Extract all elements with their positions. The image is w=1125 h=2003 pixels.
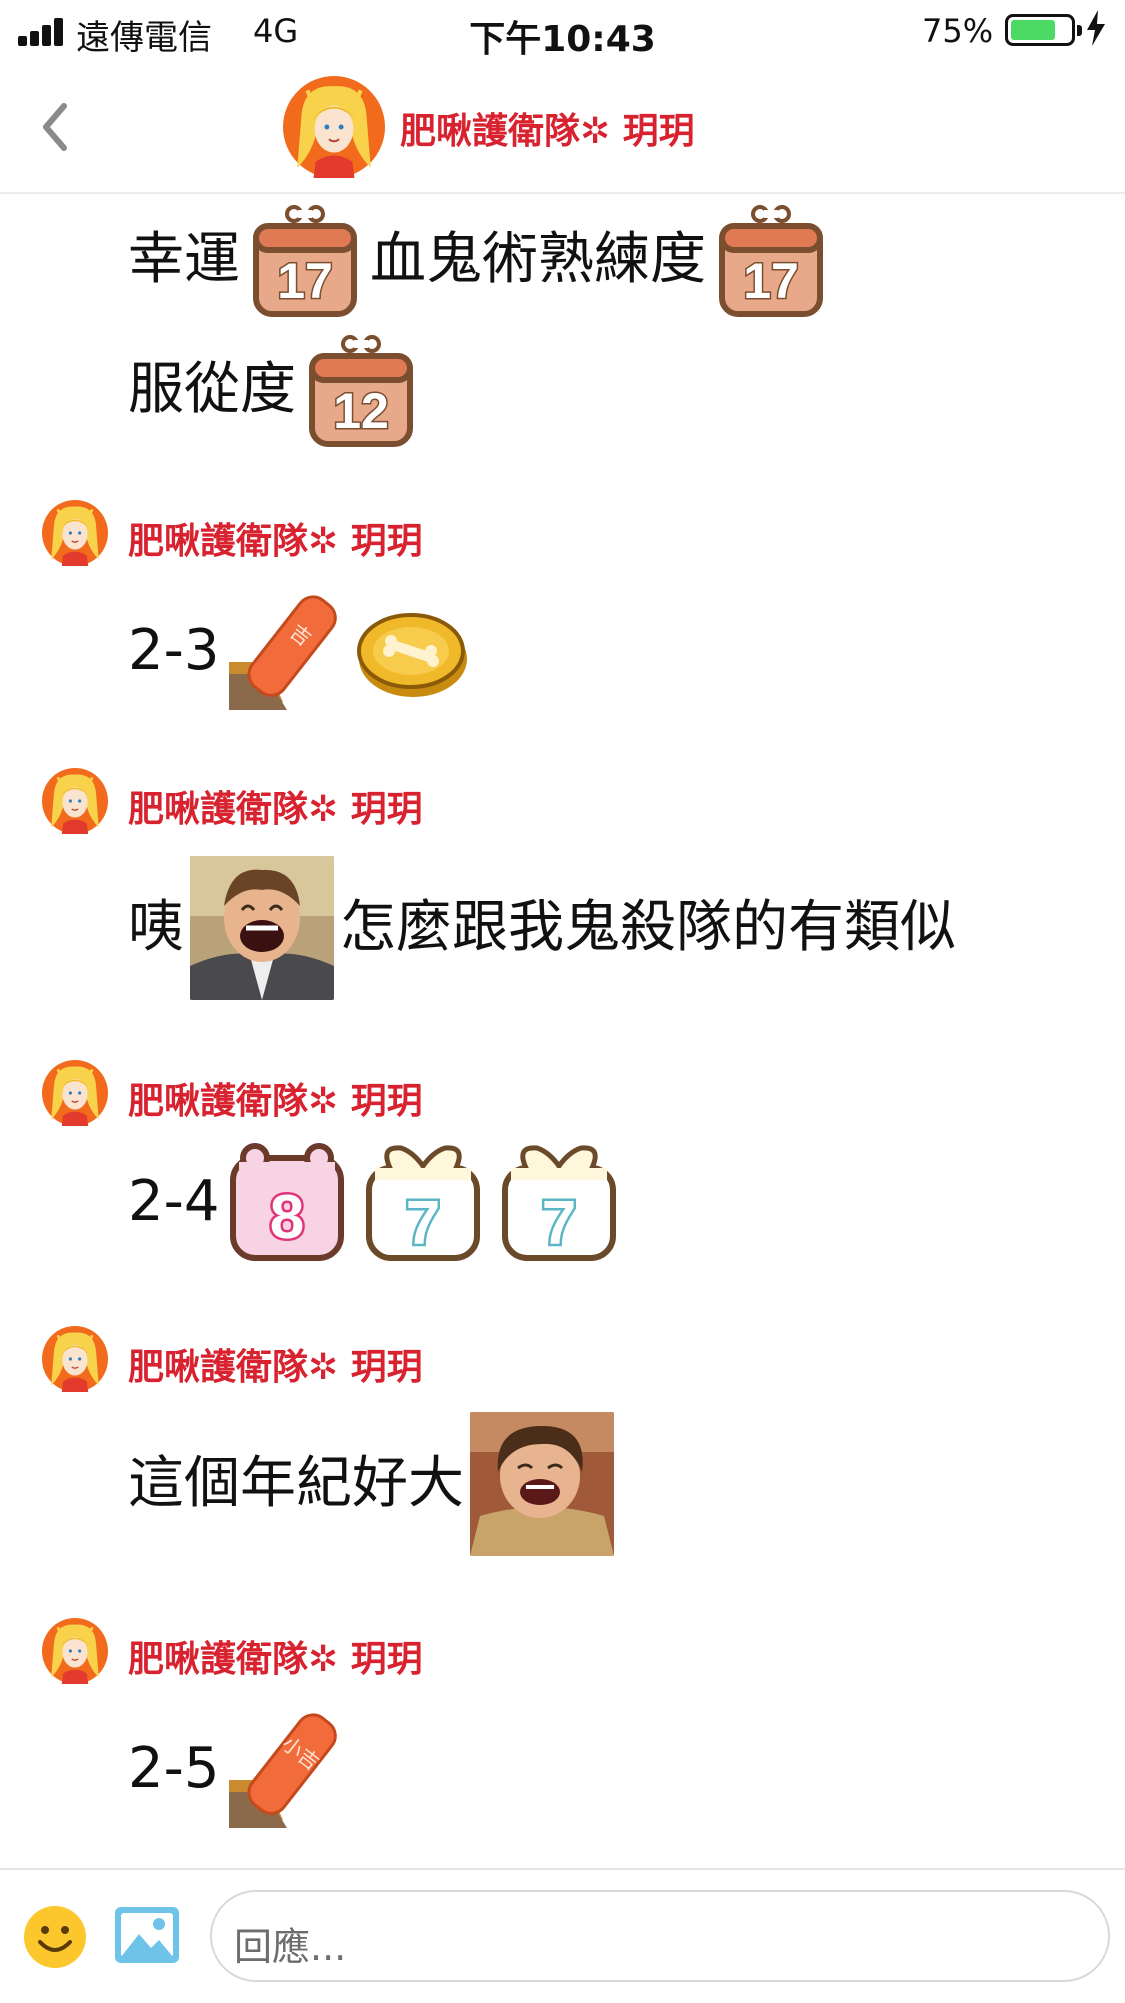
message-text: 咦 <box>128 895 184 960</box>
sender-name[interactable]: 肥啾護衛隊✲ 玥玥 <box>128 1630 423 1682</box>
message-text: 2-3 <box>128 618 220 683</box>
svg-text:17: 17 <box>743 253 799 309</box>
svg-text:17: 17 <box>277 253 333 309</box>
fortune-stick-icon: 吉 <box>229 595 338 710</box>
message-line: 咦 怎麼跟我鬼殺隊的有類似 <box>128 856 956 1000</box>
image-picker-icon[interactable] <box>114 1906 180 1964</box>
message-line: 幸運 17 血鬼術熟練度 17 <box>128 200 836 320</box>
calendar-number-icon: 12 <box>309 335 413 447</box>
sender-name[interactable]: 肥啾護衛隊✲ 玥玥 <box>128 1338 423 1390</box>
laughing-man-photo-icon[interactable] <box>190 856 334 1000</box>
message-text: 怎麼跟我鬼殺隊的有類似 <box>340 895 956 960</box>
sender-name[interactable]: 肥啾護衛隊✲ 玥玥 <box>128 780 423 832</box>
laughing-person-photo-icon[interactable] <box>470 1412 614 1556</box>
gift-number-box-icon: 7 <box>366 1145 481 1261</box>
message-text: 這個年紀好大 <box>128 1451 464 1516</box>
message-text: 2-4 <box>128 1169 220 1234</box>
message-line: 這個年紀好大 <box>128 1412 620 1556</box>
chat-header: 肥啾護衛隊✲ 玥玥 <box>0 64 1125 194</box>
gift-number-box-icon: 7 <box>502 1145 617 1261</box>
reply-placeholder: 回應... <box>234 1925 347 1969</box>
sender-avatar[interactable] <box>42 500 108 566</box>
sender-avatar[interactable] <box>42 768 108 834</box>
charging-bolt-icon <box>1087 10 1105 46</box>
message-list[interactable]: 幸運 17 血鬼術熟練度 17 服從度 12 肥啾護衛隊✲ 玥玥 2-3 吉 肥… <box>0 192 1125 1867</box>
pink-number-box-icon: 8 <box>230 1143 345 1261</box>
fortune-stick-icon: 小吉 <box>229 1713 338 1828</box>
reply-input[interactable]: 回應... <box>210 1890 1110 1982</box>
message-line: 2-3 吉 <box>128 592 479 710</box>
svg-text:8: 8 <box>270 1183 304 1252</box>
message-line: 2-4 8 7 7 <box>128 1140 627 1264</box>
calendar-number-icon: 17 <box>719 205 823 317</box>
status-bar: 遠傳電信 4G 下午10:43 75% <box>0 0 1125 64</box>
reply-bar: 回應... <box>0 1868 1125 2003</box>
message-text: 服從度 <box>128 357 296 422</box>
svg-text:7: 7 <box>542 1189 576 1258</box>
message-line: 服從度 12 <box>128 330 426 450</box>
chevron-left-icon[interactable] <box>40 102 68 152</box>
message-text: 血鬼術熟練度 <box>370 227 706 292</box>
bone-coin-icon <box>357 613 468 697</box>
sender-avatar[interactable] <box>42 1618 108 1684</box>
sender-name[interactable]: 肥啾護衛隊✲ 玥玥 <box>128 1072 423 1124</box>
message-line: 2-5 小吉 <box>128 1710 347 1828</box>
sender-avatar[interactable] <box>42 1060 108 1126</box>
smiley-face-icon[interactable] <box>22 1904 88 1970</box>
sender-name[interactable]: 肥啾護衛隊✲ 玥玥 <box>128 512 423 564</box>
svg-text:7: 7 <box>406 1189 440 1258</box>
chat-avatar[interactable] <box>283 76 385 178</box>
message-text: 幸運 <box>128 227 240 292</box>
battery-icon <box>1005 14 1082 46</box>
battery-percent: 75% <box>922 12 994 50</box>
calendar-number-icon: 17 <box>253 205 357 317</box>
svg-text:12: 12 <box>333 383 389 439</box>
message-text: 2-5 <box>128 1736 220 1801</box>
sender-avatar[interactable] <box>42 1326 108 1392</box>
chat-title[interactable]: 肥啾護衛隊✲ 玥玥 <box>400 102 695 154</box>
